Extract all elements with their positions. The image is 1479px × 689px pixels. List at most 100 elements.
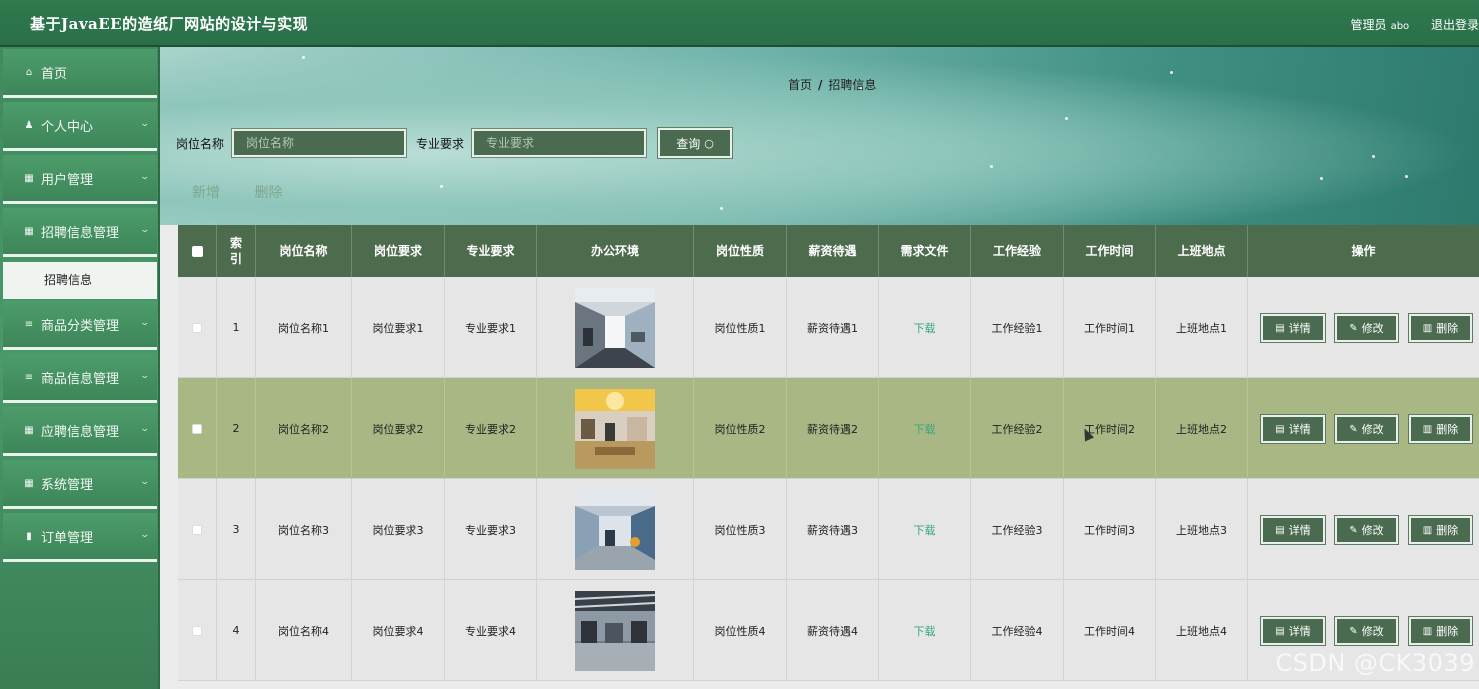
download-link[interactable]: 下载 [914, 522, 936, 538]
delete-button[interactable]: ▥ 删除 [1409, 415, 1472, 443]
user-role: 管理员 [1350, 18, 1387, 32]
sidebar-item-label: 系统管理 [41, 477, 94, 493]
cell-position-requirement: 岗位要求2 [352, 378, 445, 479]
table-row[interactable]: 2 岗位名称2 岗位要求2 专业要求2 岗位性质2 薪资待遇2 下载 工作经验2… [178, 378, 1479, 479]
detail-button[interactable]: ▤ 详情 [1261, 516, 1325, 544]
breadcrumb-current: 招聘信息 [828, 78, 877, 92]
index-header-line2: 引 [229, 252, 242, 266]
row-checkbox[interactable] [192, 625, 202, 636]
detail-button[interactable]: ▤ 详情 [1261, 314, 1325, 342]
sidebar-subitem-recruitment-info[interactable]: 招聘信息 [3, 262, 157, 299]
edit-button[interactable]: ✎ 修改 [1335, 516, 1398, 544]
cell-major-requirement: 专业要求4 [445, 580, 537, 681]
download-link[interactable]: 下载 [914, 421, 936, 437]
sidebar-item-label: 首页 [41, 66, 68, 82]
detail-icon: ▤ [1275, 625, 1285, 637]
cell-major-requirement: 专业要求2 [445, 378, 537, 479]
sidebar-item-users[interactable]: ▦ 用户管理 ⌄ [3, 155, 157, 204]
major-requirement-input[interactable]: 专业要求 [472, 129, 647, 157]
sidebar-item-applications[interactable]: ▦ 应聘信息管理 ⌄ [3, 407, 157, 456]
edit-button[interactable]: ✎ 修改 [1335, 617, 1398, 645]
cell-work-time: 工作时间2 [1064, 378, 1156, 479]
index-header-line1: 索 [229, 236, 242, 250]
chevron-down-icon: ⌄ [139, 477, 151, 487]
download-link[interactable]: 下载 [914, 320, 936, 336]
cell-operations: ▤ 详情 ✎ 修改 ▥ 删除 [1248, 479, 1479, 580]
cell-work-place: 上班地点2 [1156, 378, 1248, 479]
sidebar-item-system[interactable]: ▦ 系统管理 ⌄ [3, 460, 157, 509]
delete-button-label: 删除 [1436, 423, 1459, 436]
cell-work-place: 上班地点3 [1156, 479, 1248, 580]
cell-position-nature: 岗位性质3 [694, 479, 787, 580]
home-icon: ⌂ [25, 66, 33, 78]
breadcrumb-home[interactable]: 首页 [788, 78, 812, 92]
sidebar-item-products[interactable]: ≡ 商品信息管理 ⌄ [3, 354, 157, 403]
detail-button[interactable]: ▤ 详情 [1261, 617, 1325, 645]
row-checkbox[interactable] [192, 524, 202, 535]
sidebar-item-label: 商品信息管理 [41, 371, 120, 387]
sidebar-item-recruitment[interactable]: ▦ 招聘信息管理 ⌄ [3, 208, 157, 257]
breadcrumb-separator: / [818, 78, 823, 92]
cell-position-name: 岗位名称3 [256, 479, 352, 580]
query-button[interactable]: 查询 ○ [658, 128, 733, 158]
cell-experience: 工作经验4 [971, 580, 1064, 681]
watermark: CSDN @CK3039 [1275, 649, 1475, 677]
col-demand-file: 需求文件 [879, 225, 971, 277]
col-major-requirement: 专业要求 [445, 225, 537, 277]
cell-work-time: 工作时间3 [1064, 479, 1156, 580]
edit-button-label: 修改 [1361, 625, 1384, 638]
sidebar-item-profile[interactable]: ♟ 个人中心 ⌄ [3, 102, 157, 151]
chevron-down-icon: ⌄ [139, 172, 151, 182]
sidebar-item-orders[interactable]: ▮ 订单管理 ⌄ [3, 513, 157, 562]
site-title: 基于JavaEE的造纸厂网站的设计与实现 [30, 15, 309, 33]
sidebar: ⌂ 首页 ♟ 个人中心 ⌄ ▦ 用户管理 ⌄ ▦ 招聘信息管理 ⌄ 招聘信息 ≡… [0, 47, 160, 689]
cell-operations: ▤ 详情 ✎ 修改 ▥ 删除 [1248, 277, 1479, 378]
list-icon: ≡ [24, 318, 34, 330]
select-all-checkbox[interactable] [191, 245, 203, 257]
cell-position-nature: 岗位性质4 [694, 580, 787, 681]
office-photo[interactable] [575, 287, 655, 368]
office-photo[interactable] [575, 388, 655, 469]
batch-delete-button[interactable]: 删除 [254, 185, 282, 201]
cell-major-requirement: 专业要求1 [445, 277, 537, 378]
cell-work-time: 工作时间1 [1064, 277, 1156, 378]
col-work-time: 工作时间 [1064, 225, 1156, 277]
delete-button[interactable]: ▥ 删除 [1409, 516, 1472, 544]
sidebar-item-category[interactable]: ≡ 商品分类管理 ⌄ [3, 301, 157, 350]
delete-button[interactable]: ▥ 删除 [1409, 617, 1472, 645]
search-icon: ○ [704, 136, 714, 150]
row-checkbox[interactable] [192, 423, 202, 434]
office-photo[interactable] [575, 590, 655, 671]
detail-button[interactable]: ▤ 详情 [1261, 415, 1325, 443]
download-link[interactable]: 下载 [914, 623, 936, 639]
sidebar-item-label: 应聘信息管理 [41, 424, 120, 440]
cell-office-image [537, 479, 694, 580]
col-salary: 薪资待遇 [787, 225, 879, 277]
edit-button[interactable]: ✎ 修改 [1335, 415, 1398, 443]
doc-icon: ▮ [26, 530, 32, 542]
edit-button[interactable]: ✎ 修改 [1335, 314, 1398, 342]
cell-salary: 薪资待遇1 [787, 277, 879, 378]
add-button[interactable]: 新增 [192, 185, 220, 201]
sidebar-item-home[interactable]: ⌂ 首页 [3, 49, 157, 98]
position-name-input[interactable]: 岗位名称 [232, 129, 407, 157]
edit-button-label: 修改 [1361, 524, 1384, 537]
cell-index: 1 [217, 277, 256, 378]
cell-index: 4 [217, 580, 256, 681]
row-checkbox[interactable] [192, 322, 202, 333]
office-photo[interactable] [575, 489, 655, 570]
cell-position-requirement: 岗位要求4 [352, 580, 445, 681]
table-row[interactable]: 1 岗位名称1 岗位要求1 专业要求1 岗位性质1 薪资待遇1 下载 工作经验1… [178, 277, 1479, 378]
chevron-down-icon: ⌄ [139, 424, 151, 434]
main-content: 首页 / 招聘信息 岗位名称 岗位名称 专业要求 专业要求 查询 ○ 新增 删除 索… [160, 47, 1479, 689]
table-row[interactable]: 3 岗位名称3 岗位要求3 专业要求3 岗位性质3 薪资待遇3 下载 工作经验3… [178, 479, 1479, 580]
logout-link[interactable]: 退出登录 [1431, 18, 1479, 32]
cell-experience: 工作经验1 [971, 277, 1064, 378]
sidebar-item-label: 用户管理 [41, 172, 94, 188]
detail-icon: ▤ [1275, 322, 1285, 334]
cell-demand-file: 下载 [879, 378, 971, 479]
cell-office-image [537, 378, 694, 479]
col-experience: 工作经验 [971, 225, 1064, 277]
sidebar-item-label: 商品分类管理 [41, 318, 120, 334]
delete-button[interactable]: ▥ 删除 [1409, 314, 1472, 342]
